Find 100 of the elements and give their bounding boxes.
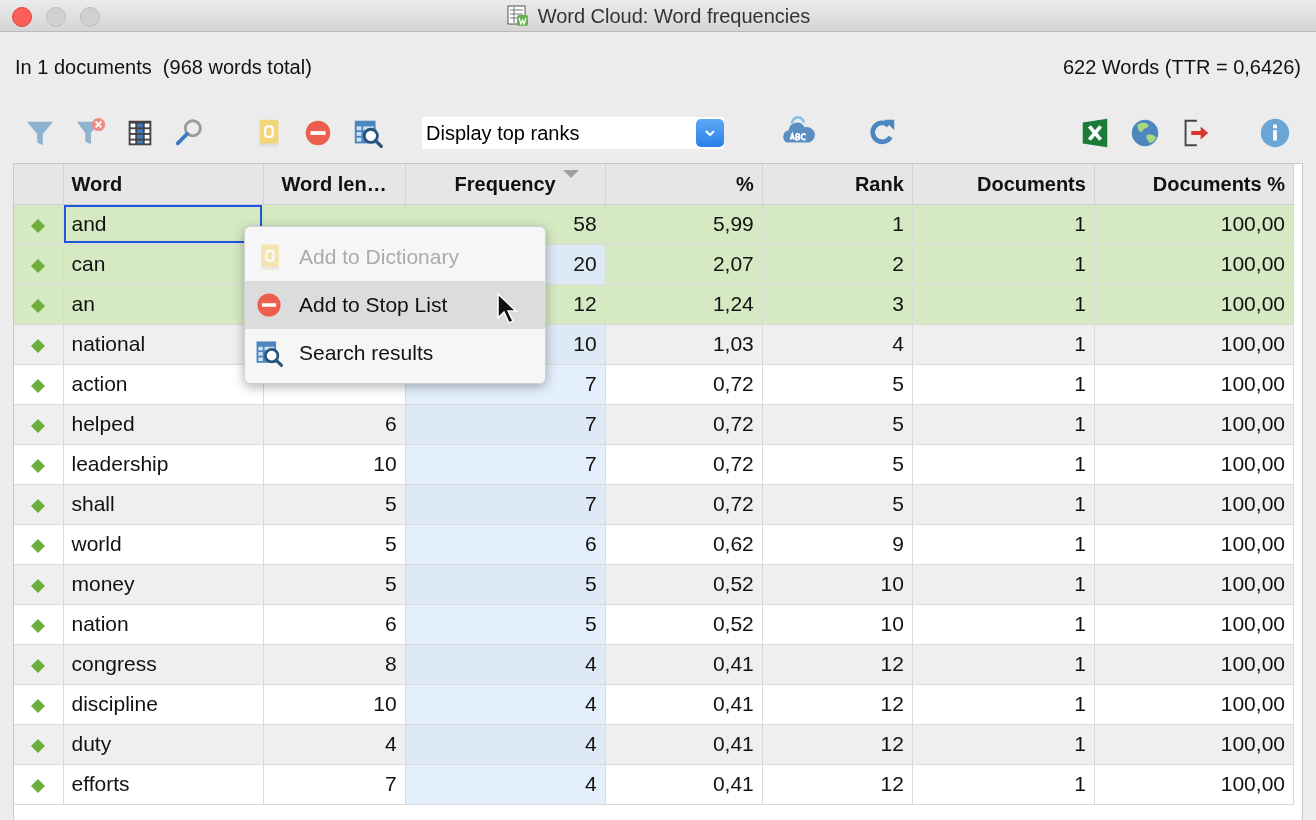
table-cell: 4: [405, 684, 606, 724]
table-cell: 4: [762, 324, 913, 364]
column-header[interactable]: %: [605, 164, 763, 204]
diamond-icon: [30, 617, 47, 634]
app-icon: [505, 3, 530, 28]
table-cell: 100,00: [1094, 404, 1294, 444]
table-cell: 100,00: [1094, 284, 1294, 324]
table-cell: 4: [405, 724, 606, 764]
table-cell: 5: [762, 404, 913, 444]
table-cell: 2: [762, 244, 913, 284]
diamond-icon: [30, 417, 47, 434]
menu-item[interactable]: Add to Stop List: [245, 281, 545, 329]
table-cell: 100,00: [1094, 364, 1294, 404]
table-cell: 100,00: [1094, 484, 1294, 524]
diamond-icon: [30, 457, 47, 474]
table-cell: 3: [762, 284, 913, 324]
table-cell: 5: [263, 484, 406, 524]
table-cell: 0,72: [605, 364, 763, 404]
column-header[interactable]: Documents: [912, 164, 1095, 204]
window-title: Word Cloud: Word frequencies: [537, 3, 811, 29]
table-cell: 5: [405, 604, 606, 644]
table-cell: 0,52: [605, 564, 763, 604]
table-cell: 0,72: [605, 444, 763, 484]
column-header[interactable]: Word: [63, 164, 264, 204]
table-cell: 7: [263, 764, 406, 804]
table-cell: 1: [912, 484, 1095, 524]
word-cell[interactable]: shall: [63, 484, 264, 524]
display-dropdown[interactable]: Display top ranks: [422, 116, 724, 149]
table-cell: 10: [762, 604, 913, 644]
table-cell: 100,00: [1094, 684, 1294, 724]
table-cell: 1: [912, 244, 1095, 284]
table-cell: 6: [405, 524, 606, 564]
table-cell: 0,41: [605, 684, 763, 724]
word-cell[interactable]: congress: [63, 644, 264, 684]
word-cell[interactable]: world: [63, 524, 264, 564]
table-cell: 6: [263, 404, 406, 444]
table-cell: 0,72: [605, 484, 763, 524]
table-cell: 4: [263, 724, 406, 764]
word-cell[interactable]: helped: [63, 404, 264, 444]
table-cell: 1,24: [605, 284, 763, 324]
close-button[interactable]: [12, 7, 32, 27]
table-cell: 5: [405, 564, 606, 604]
table-cell: 100,00: [1094, 644, 1294, 684]
table-cell: 5: [263, 564, 406, 604]
table-cell: 10: [263, 444, 406, 484]
table-cell: 100,00: [1094, 204, 1294, 244]
column-header[interactable]: Rank: [762, 164, 913, 204]
diamond-icon: [30, 537, 47, 554]
table-cell: 9: [762, 524, 913, 564]
table-cell: 2,07: [605, 244, 763, 284]
word-cell[interactable]: discipline: [63, 684, 264, 724]
table-cell: 5: [263, 524, 406, 564]
table-cell: 0,52: [605, 604, 763, 644]
table-cell: 100,00: [1094, 444, 1294, 484]
table-cell: 4: [405, 764, 606, 804]
table-cell: 1: [912, 684, 1095, 724]
word-cell[interactable]: duty: [63, 724, 264, 764]
table-cell: 0,41: [605, 724, 763, 764]
table-cell: 1: [912, 724, 1095, 764]
table-cell: 0,41: [605, 764, 763, 804]
table-cell: 1: [912, 644, 1095, 684]
diamond-icon: [30, 337, 47, 354]
table-cell: 1: [912, 284, 1095, 324]
table-cell: 12: [762, 764, 913, 804]
word-cell[interactable]: action: [63, 364, 264, 404]
word-cell[interactable]: leadership: [63, 444, 264, 484]
table-cell: 100,00: [1094, 604, 1294, 644]
table-cell: 1: [912, 204, 1095, 244]
word-cell[interactable]: and: [63, 204, 264, 244]
table-cell: 5: [762, 444, 913, 484]
table-cell: 100,00: [1094, 764, 1294, 804]
chevron-down-icon: [704, 128, 716, 137]
word-count-summary: 622 Words (TTR = 0,6426): [1062, 55, 1301, 80]
table-cell: 1: [912, 564, 1095, 604]
table-cell: 1: [912, 444, 1095, 484]
mouse-pointer-icon: [496, 292, 518, 326]
table-cell: 12: [762, 724, 913, 764]
word-cell[interactable]: efforts: [63, 764, 264, 804]
diamond-icon: [30, 217, 47, 234]
table-cell: 8: [263, 644, 406, 684]
table-cell: 4: [405, 644, 606, 684]
column-header[interactable]: Word len…: [263, 164, 406, 204]
table-cell: 5,99: [605, 204, 763, 244]
diamond-icon: [30, 657, 47, 674]
word-cell[interactable]: money: [63, 564, 264, 604]
table-cell: 0,62: [605, 524, 763, 564]
table-cell: 6: [263, 604, 406, 644]
column-header[interactable]: Frequency: [405, 164, 606, 204]
diamond-icon: [30, 577, 47, 594]
table-cell: 100,00: [1094, 324, 1294, 364]
word-cell[interactable]: nation: [63, 604, 264, 644]
table-cell: 12: [762, 684, 913, 724]
table-cell: 1: [912, 524, 1095, 564]
table-cell: 100,00: [1094, 724, 1294, 764]
table-cell: 100,00: [1094, 244, 1294, 284]
diamond-icon: [30, 497, 47, 514]
table-cell: 100,00: [1094, 524, 1294, 564]
diamond-icon: [30, 697, 47, 714]
column-header[interactable]: Documents %: [1094, 164, 1294, 204]
document-summary: In 1 documents (968 words total): [15, 55, 312, 80]
